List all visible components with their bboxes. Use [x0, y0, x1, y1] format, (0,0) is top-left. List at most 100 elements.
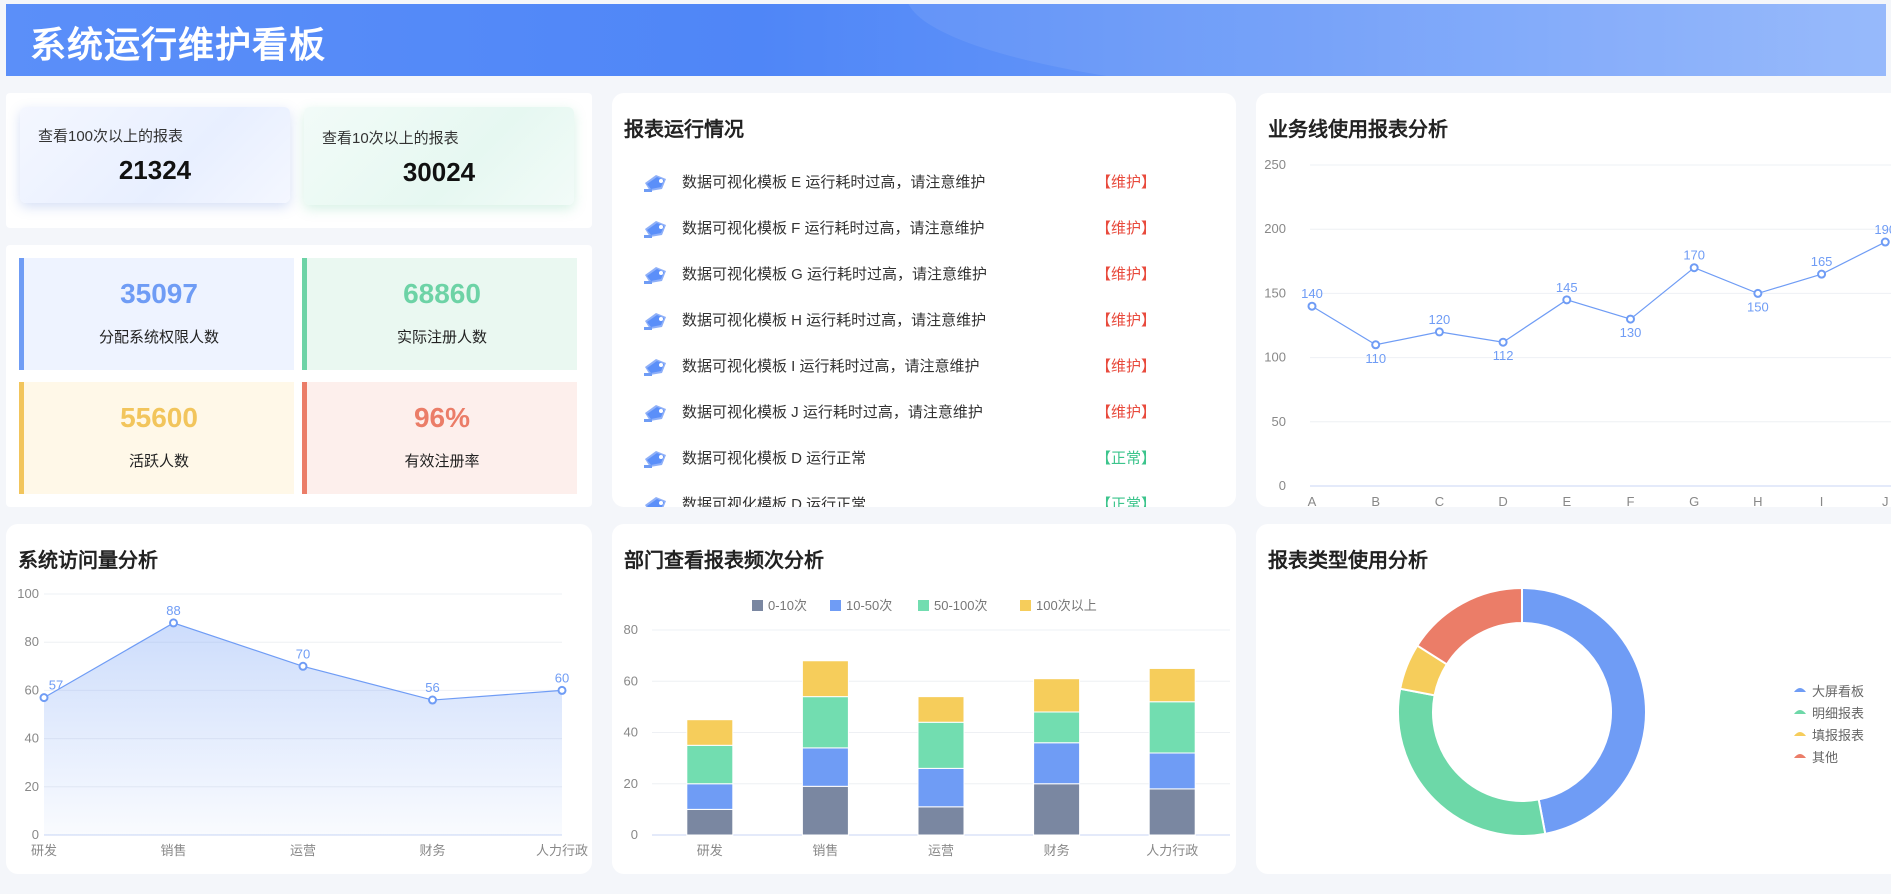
donut-chart[interactable]: 大屏看板明细报表填报报表其他 [1256, 524, 1891, 874]
list-item[interactable]: 数据可视化模板 D 运行正常 【正常】 [642, 489, 1162, 507]
stat-label: 查看100次以上的报表 [38, 128, 184, 145]
x-tick-label: E [1562, 494, 1571, 507]
task-text: 数据可视化模板 I 运行耗时过高，请注意维护 [682, 358, 980, 375]
list-item[interactable]: 数据可视化模板 D 运行正常 【正常】 [642, 443, 1162, 473]
legend-label: 100次以上 [1036, 598, 1097, 613]
legend-label: 0-10次 [768, 598, 807, 613]
task-text: 数据可视化模板 H 运行耗时过高，请注意维护 [682, 312, 987, 329]
task-text: 数据可视化模板 D 运行正常 [682, 496, 867, 507]
data-point [1689, 263, 1699, 273]
status-badge: 【维护】 [1096, 266, 1157, 283]
bar-segment [1148, 752, 1196, 790]
stat-value: 21324 [118, 155, 192, 185]
data-label: 112 [1493, 348, 1514, 363]
bar-segment [686, 744, 734, 785]
stat-box-10: 查看10次以上的报表 30024 [304, 107, 574, 205]
data-point [1880, 237, 1890, 247]
kpi-label: 实际注册人数 [396, 329, 487, 346]
kpi-value: 96% [413, 402, 471, 433]
y-tick-label: 250 [1264, 157, 1286, 172]
data-label: 130 [1620, 325, 1642, 340]
list-item[interactable]: 数据可视化模板 I 运行耗时过高，请注意维护 【维护】 [642, 351, 1162, 381]
stat-value: 30024 [402, 157, 476, 187]
bar-segment [1148, 788, 1196, 836]
data-point [557, 685, 567, 695]
task-text: 数据可视化模板 E 运行耗时过高，请注意维护 [682, 174, 986, 191]
list-item[interactable]: 数据可视化模板 G 运行耗时过高，请注意维护 【维护】 [642, 259, 1162, 289]
data-point [1498, 337, 1508, 347]
status-badge: 【正常】 [1096, 450, 1157, 467]
bar-segment [801, 747, 849, 787]
legend-swatch [1020, 600, 1031, 611]
tag-icon [642, 263, 670, 290]
x-tick-label: 销售 [812, 843, 838, 858]
legend-swatch [1794, 710, 1806, 714]
y-tick-label: 80 [25, 634, 39, 649]
task-text: 数据可视化模板 F 运行耗时过高，请注意维护 [682, 220, 985, 237]
legend-label: 填报报表 [1812, 728, 1864, 743]
x-tick-label: 人力行政 [536, 843, 588, 858]
x-tick-label: 运营 [290, 843, 316, 858]
bar-segment [917, 806, 965, 836]
y-tick-label: 60 [624, 673, 638, 688]
bar-segment [917, 767, 965, 808]
task-text: 数据可视化模板 G 运行耗时过高，请注意维护 [682, 266, 988, 283]
bar-chart[interactable]: 0 20 40 60 80 研发 销售 运营 财务 人力行政 0-10次 10-50次 50-100次 1… [612, 524, 1236, 874]
task-text: 数据可视化模板 D 运行正常 [682, 450, 867, 467]
line-chart[interactable]: 0 50 100 150 200 250 A B C D E F G H I J 140 110 120 112 145… [1256, 93, 1891, 507]
data-label: 56 [425, 680, 439, 695]
task-text: 数据可视化模板 J 运行耗时过高，请注意维护 [682, 404, 983, 421]
status-badge: 【维护】 [1096, 174, 1157, 191]
area-chart[interactable]: 0 20 40 60 80 100 研发 销售 运营 财务 人力行政 57 88 70 56 60 [6, 524, 592, 874]
data-point [1371, 340, 1381, 350]
legend-swatch [1794, 732, 1806, 736]
bar-segment [686, 783, 734, 810]
status-badge: 【维护】 [1096, 404, 1157, 421]
x-tick-label: H [1753, 494, 1762, 507]
x-tick-label: 研发 [697, 843, 723, 858]
tag-icon [642, 171, 670, 198]
data-label: 57 [49, 678, 63, 693]
kpi-value: 68860 [403, 278, 481, 309]
data-label: 120 [1429, 312, 1451, 327]
legend-label: 其他 [1812, 750, 1838, 765]
card-title: 报表运行情况 [624, 119, 744, 141]
bar-segment [686, 719, 734, 746]
x-tick-label: G [1689, 494, 1699, 507]
x-tick-label: A [1308, 494, 1317, 507]
y-tick-label: 100 [1264, 350, 1286, 365]
x-tick-label: 研发 [31, 843, 57, 858]
x-tick-label: J [1882, 494, 1889, 507]
status-badge: 【正常】 [1096, 496, 1157, 507]
kpi-card: 35097 分配系统权限人数 68860 实际注册人数 55600 活跃人数 9… [6, 245, 592, 507]
y-tick-label: 80 [624, 622, 638, 637]
data-point [298, 661, 308, 671]
y-tick-label: 0 [32, 827, 39, 842]
x-tick-label: 运营 [928, 843, 954, 858]
x-tick-label: 财务 [419, 843, 445, 858]
y-tick-label: 40 [25, 731, 39, 746]
tag-icon [642, 493, 670, 507]
list-item[interactable]: 数据可视化模板 E 运行耗时过高，请注意维护 【维护】 [642, 167, 1162, 197]
header-banner: 系统运行维护看板 [6, 4, 1886, 76]
report-status-card: 报表运行情况 数据可视化模板 E 运行耗时过高，请注意维护 【维护】 数据可视化模板… [612, 93, 1236, 507]
x-tick-label: I [1820, 494, 1824, 507]
y-tick-label: 0 [631, 827, 638, 842]
y-tick-label: 20 [25, 779, 39, 794]
data-point [1562, 295, 1572, 305]
list-item[interactable]: 数据可视化模板 J 运行耗时过高，请注意维护 【维护】 [642, 397, 1162, 427]
legend-label: 50-100次 [934, 598, 987, 613]
tag-icon [642, 217, 670, 244]
data-label: 140 [1301, 286, 1323, 301]
x-tick-label: D [1498, 494, 1507, 507]
y-tick-label: 50 [1272, 414, 1286, 429]
x-tick-label: 财务 [1044, 843, 1070, 858]
legend-label: 10-50次 [846, 598, 892, 613]
tag-icon [642, 401, 670, 428]
data-point [1753, 288, 1763, 298]
list-item[interactable]: 数据可视化模板 F 运行耗时过高，请注意维护 【维护】 [642, 213, 1162, 243]
bar-segment [686, 808, 734, 836]
bar-segment [801, 696, 849, 749]
list-item[interactable]: 数据可视化模板 H 运行耗时过高，请注意维护 【维护】 [642, 305, 1162, 335]
data-point [1434, 327, 1444, 337]
